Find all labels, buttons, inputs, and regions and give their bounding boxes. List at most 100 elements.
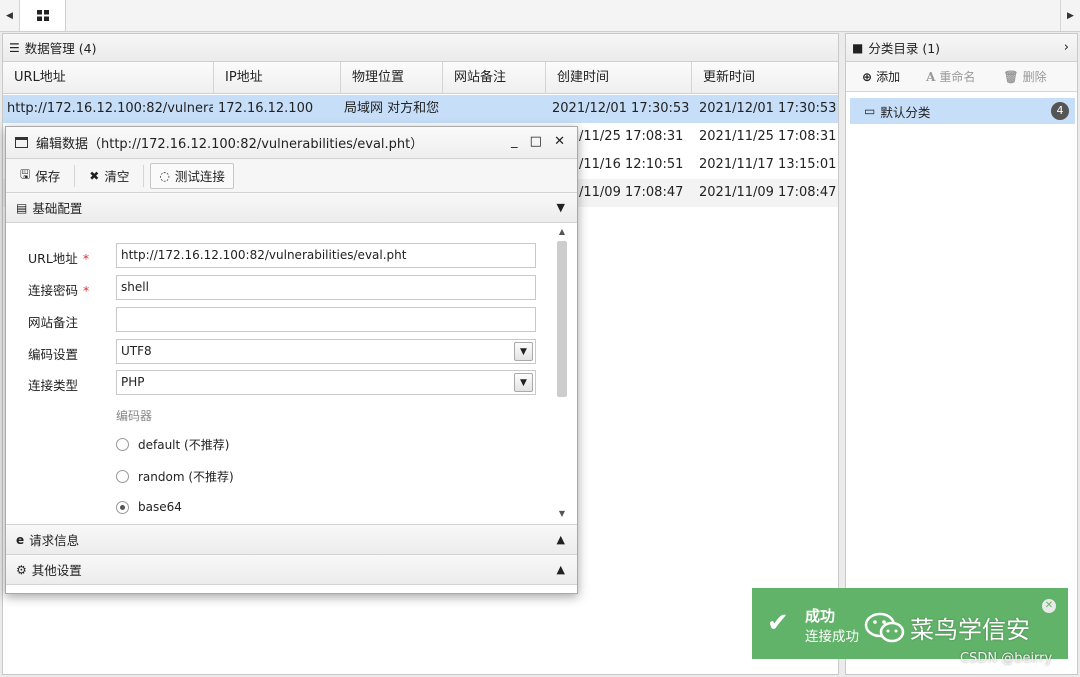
- data-panel-header: ☰ 数据管理 (4): [3, 34, 838, 62]
- category-count-badge: 4: [1051, 102, 1069, 120]
- table-row[interactable]: http://172.16.12.100:82/vulnerabi 172.16…: [3, 95, 838, 123]
- save-label: 保存: [35, 169, 61, 184]
- column-note[interactable]: 网站备注: [443, 62, 546, 94]
- spinner-icon: ◌: [159, 168, 170, 183]
- type-value: PHP: [121, 375, 145, 389]
- dialog-toolbar: 🖫 保存 ✖ 清空 ◌ 测试连接: [6, 159, 577, 193]
- category-item-label: 默认分类: [880, 104, 931, 120]
- ie-icon: e: [16, 532, 25, 547]
- category-panel: ■ 分类目录 (1) › ⊕ 添加 A 重命名 🗑 删除 ▭ 默认分类 4: [845, 33, 1078, 675]
- wechat-icon: [864, 612, 905, 642]
- radio-icon: [116, 438, 129, 451]
- cell-ip: 172.16.12.100: [218, 101, 314, 116]
- delete-category-button[interactable]: 🗑 删除: [1003, 68, 1046, 85]
- cell-updated: 2021/12/01 17:30:53: [699, 101, 837, 116]
- cell-updated: 2021/11/17 13:15:01: [699, 157, 837, 172]
- trash-icon: 🗑: [1003, 69, 1019, 84]
- cell-created: 2021/12/01 17:30:53: [552, 101, 690, 116]
- encoding-select[interactable]: UTF8 ▼: [116, 339, 536, 364]
- tab-home[interactable]: [20, 0, 66, 31]
- window-controls[interactable]: _ □ ✕: [511, 134, 569, 149]
- chevron-up-icon: ▲: [556, 563, 565, 576]
- scroll-down-icon[interactable]: ▼: [555, 509, 569, 521]
- section-other-title: 其他设置: [31, 563, 82, 578]
- cell-created: /11/25 17:08:31: [579, 129, 684, 144]
- encoder-option-label: base64: [138, 500, 182, 514]
- encoding-field-label: 编码设置: [28, 347, 79, 362]
- folder-open-icon: ▭: [864, 104, 876, 118]
- note-input[interactable]: [116, 307, 536, 332]
- dialog-title: 编辑数据（http://172.16.12.100:82/vulnerabili…: [36, 137, 424, 152]
- chevron-down-icon: ▼: [556, 201, 565, 214]
- close-icon: ✖: [89, 168, 100, 183]
- rename-category-button[interactable]: A 重命名: [926, 68, 975, 85]
- cell-note: [449, 95, 544, 123]
- encoder-option-label: default (不推荐): [138, 438, 230, 452]
- form-scrollbar[interactable]: ▲ ▼: [555, 227, 569, 521]
- add-category-label: 添加: [876, 70, 901, 84]
- scrollbar-thumb[interactable]: [557, 241, 567, 397]
- category-toolbar: ⊕ 添加 A 重命名 🗑 删除: [846, 62, 1077, 92]
- column-location[interactable]: 物理位置: [341, 62, 443, 94]
- encoder-label: 编码器: [116, 409, 153, 423]
- scroll-right-icon[interactable]: ▶: [1060, 0, 1080, 31]
- encoding-value: UTF8: [121, 344, 152, 358]
- font-icon: A: [926, 69, 936, 84]
- password-field-label: 连接密码 *: [28, 283, 90, 298]
- file-icon: ▤: [16, 200, 28, 215]
- url-input[interactable]: http://172.16.12.100:82/vulnerabilities/…: [116, 243, 536, 268]
- encoder-option-default[interactable]: default (不推荐): [116, 436, 229, 453]
- chevron-down-icon: ▼: [514, 342, 533, 361]
- section-basic-config[interactable]: ▤ 基础配置 ▼: [6, 193, 577, 223]
- section-request-info[interactable]: e 请求信息 ▲: [6, 525, 577, 555]
- cell-updated: 2021/11/09 17:08:47: [699, 185, 837, 200]
- chevron-down-icon: ▼: [514, 373, 533, 392]
- add-category-button[interactable]: ⊕ 添加: [862, 68, 900, 85]
- column-updated[interactable]: 更新时间: [692, 62, 838, 94]
- radio-icon: [116, 470, 129, 483]
- edit-data-dialog: 编辑数据（http://172.16.12.100:82/vulnerabili…: [5, 126, 578, 594]
- column-url[interactable]: URL地址: [3, 62, 214, 94]
- test-connection-button[interactable]: ◌ 测试连接: [150, 162, 234, 189]
- basic-config-form: URL地址 * http://172.16.12.100:82/vulnerabi…: [6, 223, 577, 525]
- watermark-brand: 菜鸟学信安: [910, 616, 1030, 644]
- chevron-right-icon[interactable]: ›: [1064, 40, 1069, 55]
- data-panel-title: 数据管理 (4): [24, 41, 97, 56]
- encoder-option-random[interactable]: random (不推荐): [116, 468, 234, 485]
- cell-updated: 2021/11/25 17:08:31: [699, 129, 837, 144]
- check-icon: ✔: [767, 608, 789, 638]
- column-created[interactable]: 创建时间: [546, 62, 692, 94]
- csdn-watermark: CSDN @beirry: [960, 651, 1053, 666]
- toast-close-icon[interactable]: ✕: [1042, 599, 1056, 613]
- category-item[interactable]: ▭ 默认分类 4: [850, 98, 1075, 124]
- type-field-label: 连接类型: [28, 378, 79, 393]
- window-icon: [15, 137, 28, 148]
- category-panel-title: 分类目录 (1): [868, 41, 941, 56]
- top-tab-bar: ◀ ▶: [0, 0, 1080, 32]
- folder-icon: ■: [852, 40, 864, 55]
- cell-location: 局域网 对方和您: [344, 101, 440, 116]
- scroll-left-icon[interactable]: ◀: [0, 0, 20, 31]
- column-ip[interactable]: IP地址: [214, 62, 341, 94]
- chevron-up-icon: ▲: [556, 533, 565, 546]
- note-field-label: 网站备注: [28, 315, 79, 330]
- cell-created: /11/16 12:10:51: [579, 157, 684, 172]
- list-icon: ☰: [9, 40, 20, 55]
- section-request-title: 请求信息: [29, 533, 80, 548]
- clear-button[interactable]: ✖ 清空: [81, 163, 137, 189]
- url-field-label: URL地址 *: [28, 251, 90, 266]
- scroll-up-icon[interactable]: ▲: [555, 227, 569, 239]
- save-button[interactable]: 🖫 保存: [12, 163, 68, 189]
- type-select[interactable]: PHP ▼: [116, 370, 536, 395]
- dialog-title-bar[interactable]: 编辑数据（http://172.16.12.100:82/vulnerabili…: [6, 127, 577, 159]
- clear-label: 清空: [104, 169, 130, 184]
- toolbar-divider: [143, 164, 145, 187]
- encoder-option-base64[interactable]: base64: [116, 500, 182, 514]
- grid-icon: [36, 10, 49, 21]
- save-icon: 🖫: [20, 167, 31, 181]
- grid-header: URL地址 IP地址 物理位置 网站备注 创建时间 更新时间: [3, 62, 838, 94]
- delete-category-label: 删除: [1022, 70, 1047, 84]
- category-panel-header: ■ 分类目录 (1) ›: [846, 34, 1077, 62]
- section-other-settings[interactable]: ⚙ 其他设置 ▲: [6, 555, 577, 585]
- password-input[interactable]: shell: [116, 275, 536, 300]
